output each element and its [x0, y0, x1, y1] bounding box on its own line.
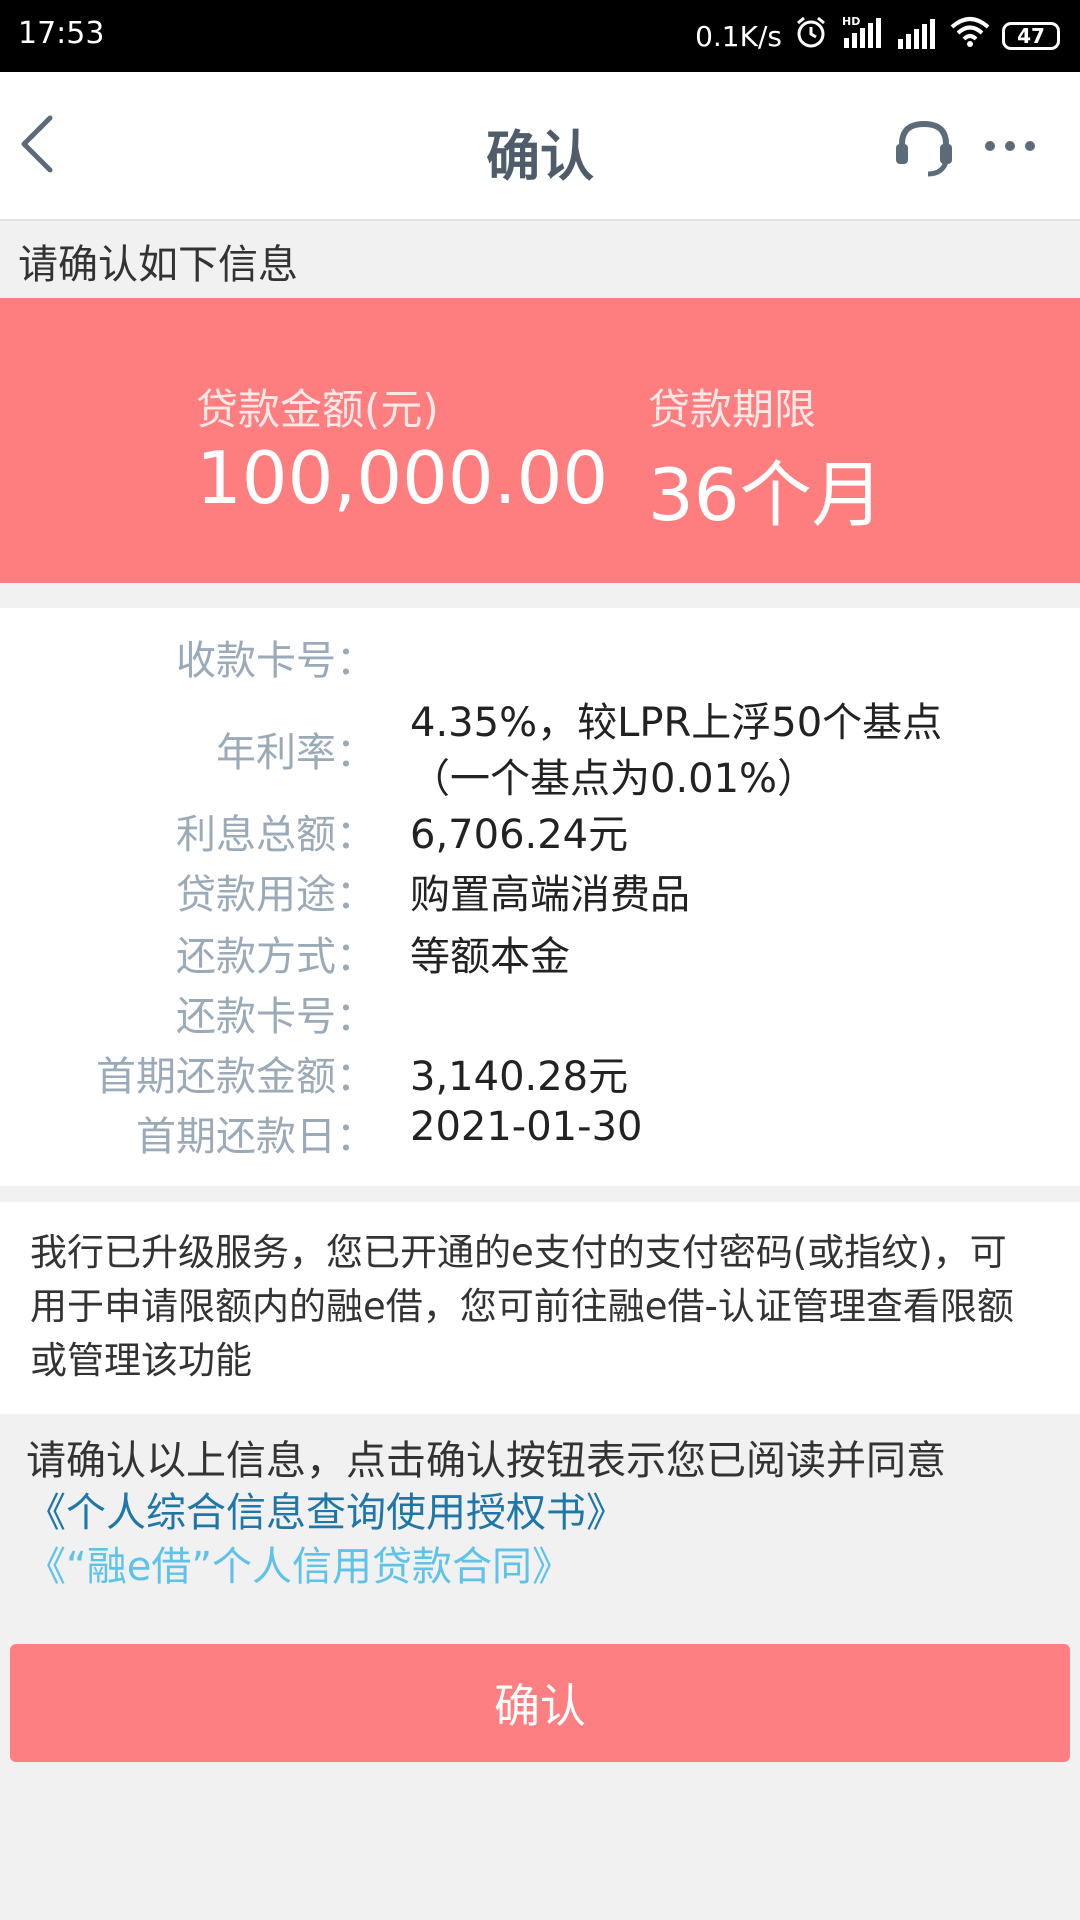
customer-service-icon[interactable] [892, 116, 956, 180]
signal-icon [896, 15, 938, 57]
detail-value: 3,140.28元 [410, 1054, 629, 1100]
detail-value: 等额本金 [410, 934, 570, 980]
detail-label: 还款方式： [176, 934, 376, 980]
detail-value-line2: （一个基点为0.01%） [410, 756, 818, 802]
loan-summary-banner: 贷款金额(元) 100,000.00 贷款期限 36个月 [0, 298, 1080, 583]
status-time: 17:53 [18, 16, 105, 51]
loan-amount-value: 100,000.00 [196, 436, 609, 520]
loan-contract-link[interactable]: 《“融e借”个人信用贷款合同》 [26, 1540, 1076, 1594]
detail-label: 利息总额： [176, 812, 376, 858]
detail-value: 6,706.24元 [410, 812, 629, 858]
status-bar: 17:53 0.1K/s HD 47 [0, 0, 1080, 72]
section-label: 请确认如下信息 [18, 242, 298, 288]
battery-icon: 47 [1002, 22, 1060, 50]
service-notice: 我行已升级服务，您已开通的e支付的支付密码(或指纹)，可用于申请限额内的融e借，… [0, 1202, 1080, 1414]
loan-amount-label: 贷款金额(元) [196, 385, 439, 434]
loan-term-value: 36个月 [648, 453, 884, 537]
loan-term-label: 贷款期限 [648, 385, 817, 434]
detail-label: 贷款用途： [176, 872, 376, 918]
notice-text: 我行已升级服务，您已开通的e支付的支付密码(或指纹)，可用于申请限额内的融e借，… [30, 1231, 1014, 1382]
alarm-icon [794, 15, 828, 57]
authorization-letter-link[interactable]: 《个人综合信息查询使用授权书》 [26, 1486, 1076, 1540]
status-icons: 0.1K/s HD 47 [695, 14, 1060, 58]
confirm-button[interactable]: 确认 [10, 1644, 1070, 1762]
detail-label: 首期还款金额： [96, 1054, 376, 1100]
agreement-section: 请确认以上信息，点击确认按钮表示您已阅读并同意 《个人综合信息查询使用授权书》 … [26, 1428, 1076, 1594]
detail-value: 4.35%，较LPR上浮50个基点 [410, 700, 943, 746]
loan-details: 收款卡号： 年利率： 4.35%，较LPR上浮50个基点 （一个基点为0.01%… [0, 608, 1080, 1186]
nav-bar: 确认 [0, 72, 1080, 221]
more-icon[interactable] [982, 136, 1038, 156]
network-speed: 0.1K/s [695, 19, 782, 53]
detail-value: 购置高端消费品 [410, 872, 690, 918]
wifi-icon [950, 15, 990, 57]
detail-label: 还款卡号： [176, 994, 376, 1040]
detail-label: 收款卡号： [176, 638, 376, 684]
hd-label: HD [842, 15, 860, 28]
agreement-text: 请确认以上信息，点击确认按钮表示您已阅读并同意 [26, 1438, 946, 1484]
detail-label: 年利率： [216, 730, 376, 776]
detail-value: 2021-01-30 [410, 1104, 643, 1150]
detail-label: 首期还款日： [136, 1114, 376, 1160]
hd-signal-icon: HD [840, 14, 884, 58]
